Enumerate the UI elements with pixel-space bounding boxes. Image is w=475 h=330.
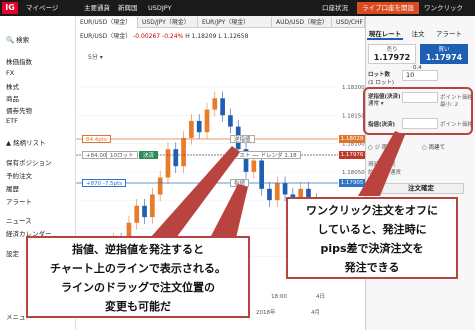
callout-left-line-1: 指値、逆指値を発注すると (72, 243, 204, 256)
arrow-left-2 (210, 184, 248, 238)
callout-left-line-3: ラインのドラッグで注文位置の (61, 281, 215, 294)
arrow-right (358, 131, 405, 196)
callout-right-line-3: pips差で決済注文を (320, 242, 424, 255)
callout-right: ワンクリック注文をオフに していると、発注時に pips差で決済注文を 発注でき… (286, 197, 458, 279)
callout-left-line-4: 変更も可能だ (105, 300, 171, 313)
callout-left-line-2: チャート上のラインで表示される。 (50, 262, 226, 275)
callout-right-line-2: していると、発注時に (317, 223, 427, 236)
callout-right-line-4: 発注できる (344, 261, 400, 274)
callout-left: 指値、逆指値を発注すると チャート上のラインで表示される。 ラインのドラッグで注… (26, 236, 250, 318)
callout-right-line-1: ワンクリック注文をオフに (306, 204, 438, 217)
